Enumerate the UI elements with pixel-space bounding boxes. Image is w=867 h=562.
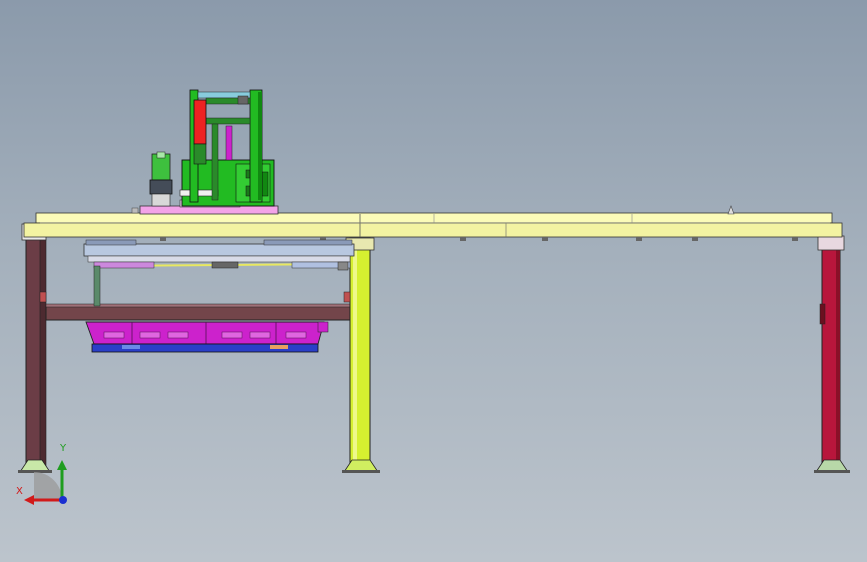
tray[interactable] bbox=[91, 343, 319, 353]
right-leg[interactable] bbox=[814, 235, 850, 473]
z-axis-dot bbox=[59, 496, 67, 504]
triad-y-label: Y bbox=[60, 443, 67, 454]
cylinder[interactable] bbox=[193, 99, 207, 165]
left-leg[interactable] bbox=[18, 223, 52, 473]
cad-viewport[interactable]: Y X bbox=[0, 0, 867, 562]
sub-frame[interactable] bbox=[83, 239, 355, 307]
triad-x-label: X bbox=[16, 486, 23, 497]
assembly-drawing[interactable] bbox=[0, 0, 867, 562]
cross-beam[interactable] bbox=[45, 303, 353, 321]
hopper[interactable] bbox=[85, 321, 329, 345]
middle-leg[interactable] bbox=[342, 237, 380, 473]
motor[interactable] bbox=[149, 151, 173, 207]
